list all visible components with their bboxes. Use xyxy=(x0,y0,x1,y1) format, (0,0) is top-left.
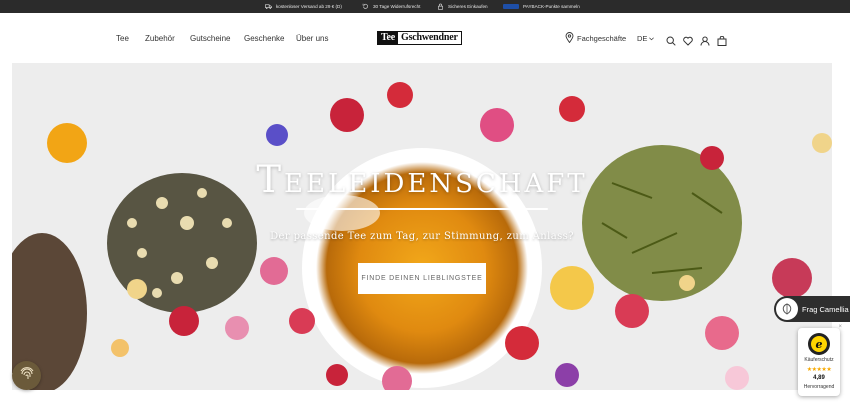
info-item-payback: PAYBACK-Punkte sammeln xyxy=(503,0,580,13)
language-selector[interactable]: DE xyxy=(637,34,655,43)
logo-part-tee: Tee xyxy=(378,32,399,44)
trust-seal-letter: e xyxy=(811,336,827,352)
language-label: DE xyxy=(637,34,648,43)
nav-item-geschenke[interactable]: Geschenke xyxy=(244,34,284,43)
info-item-shipping: kostenloser Versand ab 29 € (D) xyxy=(265,0,342,13)
info-item-label: Sicheres Einkaufen xyxy=(448,4,488,9)
fingerprint-icon xyxy=(19,365,35,386)
location-pin-icon xyxy=(565,32,574,45)
lock-icon xyxy=(437,3,444,11)
store-locator-label: Fachgeschäfte xyxy=(577,34,627,43)
hero-title: Teeleidenschaft xyxy=(256,158,588,201)
hero-tea-image xyxy=(12,82,832,390)
info-item-label: 30 Tage Widerrufsrecht xyxy=(373,4,421,9)
store-locator-link[interactable]: Fachgeschäfte xyxy=(565,32,626,45)
nav-item-ueber-uns[interactable]: Über uns xyxy=(296,34,328,43)
return-icon xyxy=(362,3,369,11)
trust-stars: ★★★★★ xyxy=(806,367,832,373)
payback-logo xyxy=(503,4,519,9)
privacy-settings-button[interactable] xyxy=(12,361,41,390)
trust-rating: Hervorragend xyxy=(803,384,835,390)
info-item-secure: Sicheres Einkaufen xyxy=(437,0,488,13)
hero-title-underline xyxy=(296,208,548,210)
info-item-label: kostenloser Versand ab 29 € (D) xyxy=(276,4,342,9)
search-icon[interactable] xyxy=(666,33,676,46)
chat-widget-label: Frag Camellia xyxy=(802,304,849,314)
find-tea-button[interactable]: FINDE DEINEN LIEBLINGSTEE xyxy=(358,263,486,294)
close-icon[interactable]: × xyxy=(838,324,842,330)
nav-item-gutscheine[interactable]: Gutscheine xyxy=(190,34,230,43)
site-header: Tee Zubehör Gutscheine Geschenke Über un… xyxy=(0,13,850,63)
user-icon[interactable] xyxy=(700,33,710,46)
trust-seal-icon: e xyxy=(808,333,830,355)
info-item-returns: 30 Tage Widerrufsrecht xyxy=(362,0,420,13)
brand-logo[interactable]: Tee Gschwendner xyxy=(377,31,462,45)
info-bar: kostenloser Versand ab 29 € (D) 30 Tage … xyxy=(0,0,850,13)
trust-badge[interactable]: × e Käuferschutz ★★★★★ 4,89 Hervorragend xyxy=(798,324,842,396)
camellia-leaf-icon xyxy=(776,298,798,320)
hero-subtitle: Der passende Tee zum Tag, zur Stimmung, … xyxy=(270,231,574,242)
hero-banner: Teeleidenschaft Der passende Tee zum Tag… xyxy=(12,63,832,390)
heart-icon[interactable] xyxy=(683,33,693,46)
logo-part-name: Gschwendner xyxy=(398,32,461,44)
nav-item-tee[interactable]: Tee xyxy=(116,34,129,43)
truck-icon xyxy=(265,3,272,11)
trust-label: Käuferschutz xyxy=(804,357,834,363)
chevron-down-icon xyxy=(649,34,655,43)
bag-icon[interactable] xyxy=(717,33,727,46)
chat-widget-button[interactable]: Frag Camellia xyxy=(774,296,850,322)
trust-score: 4,89 xyxy=(813,375,825,381)
nav-item-zubehoer[interactable]: Zubehör xyxy=(145,34,175,43)
info-item-label: PAYBACK-Punkte sammeln xyxy=(523,4,580,9)
